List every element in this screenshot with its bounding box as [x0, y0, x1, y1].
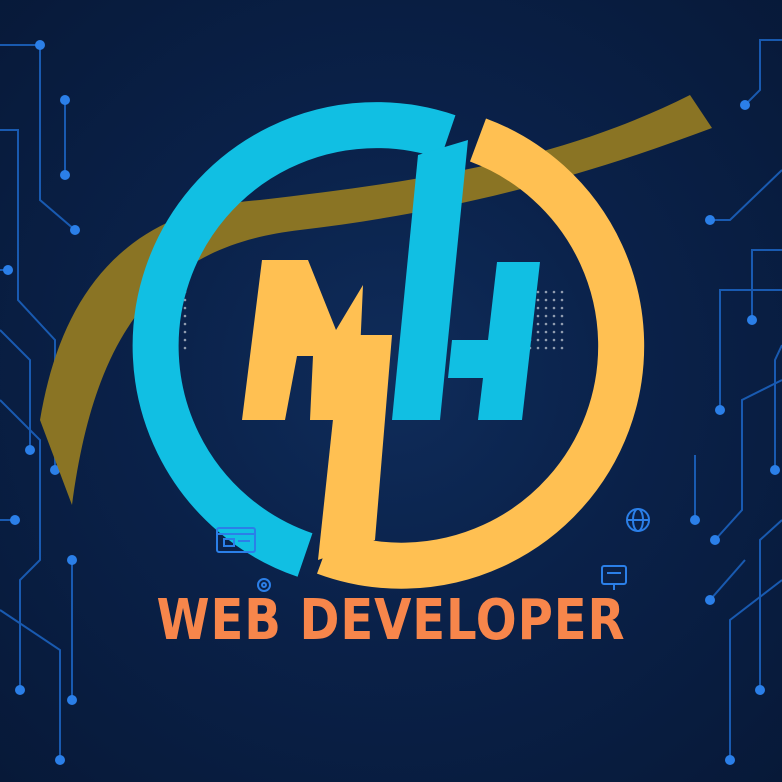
globe-icon: [626, 508, 650, 532]
letter-h-right: [448, 262, 540, 420]
tagline-web-developer: WEB DEVELOPER: [156, 588, 626, 653]
logo-canvas: WEB DEVELOPER: [0, 0, 782, 782]
logo-mark: [40, 95, 712, 592]
